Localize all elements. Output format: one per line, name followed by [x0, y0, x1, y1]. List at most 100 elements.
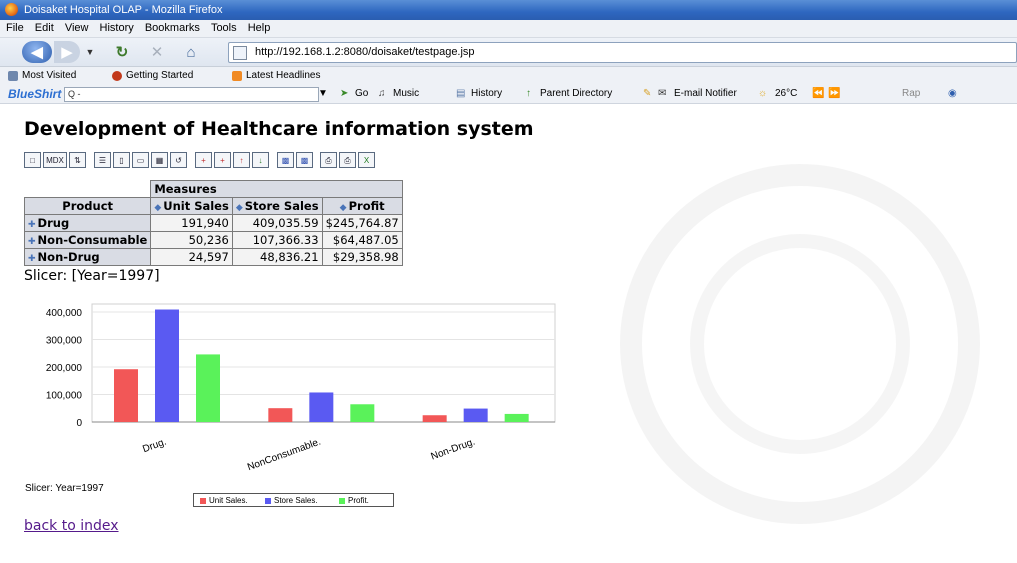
most-visited-icon — [8, 71, 18, 81]
cube-navigator-icon[interactable]: □ — [24, 152, 41, 168]
blueshirt-logo[interactable]: BlueShirt — [8, 85, 61, 103]
navigation-toolbar: ◀ ▶ ▼ ↻ ✕ ⌂ http://192.168.1.2:8080/dois… — [0, 38, 1017, 67]
table-cell: $29,358.98 — [321, 248, 403, 266]
forward-button[interactable]: ▶ — [54, 41, 80, 63]
chart-icon[interactable]: ▩ — [277, 152, 294, 168]
row-header[interactable]: ✚ Drug — [23, 214, 152, 232]
x-tick-label: Non-Drug. — [430, 436, 477, 462]
music-button[interactable]: Music — [393, 85, 419, 103]
legend-swatch — [265, 498, 271, 504]
sort-icon[interactable]: ◆ — [340, 203, 347, 213]
column-header[interactable]: ◆ Profit — [321, 197, 403, 215]
row-header[interactable]: ✚ Non-Consumable — [23, 231, 152, 249]
bar — [268, 408, 293, 422]
page-title: Development of Healthcare information sy… — [24, 118, 534, 140]
drill-position-icon[interactable]: + — [214, 152, 231, 168]
swap-axes-icon[interactable]: ↺ — [170, 152, 187, 168]
menu-view[interactable]: View — [65, 22, 89, 34]
parent-directory-button[interactable]: Parent Directory — [540, 85, 612, 103]
home-icon: ⌂ — [186, 43, 196, 61]
url-text[interactable]: http://192.168.1.2:8080/doisaket/testpag… — [255, 43, 475, 62]
go-button[interactable]: Go — [355, 85, 368, 103]
expand-icon[interactable]: ✚ — [28, 220, 36, 230]
blueshirt-search-input[interactable]: Q - — [64, 87, 319, 102]
watermark-seal-inner — [690, 234, 910, 454]
menu-edit[interactable]: Edit — [35, 22, 54, 34]
bar — [463, 408, 488, 422]
reload-button[interactable]: ↻ — [112, 41, 132, 63]
legend-swatch — [339, 498, 345, 504]
go-arrow-icon: ➤ — [340, 88, 349, 99]
sort-icon[interactable]: ⇅ — [69, 152, 86, 168]
menu-bar: File Edit View History Bookmarks Tools H… — [0, 20, 1017, 38]
page-content: Development of Healthcare information sy… — [0, 104, 1017, 563]
radio-station-label[interactable]: Rap — [902, 85, 920, 103]
bookmark-most-visited[interactable]: Most Visited — [8, 67, 76, 85]
history-dropdown-button[interactable]: ▼ — [84, 41, 96, 63]
media-prev-icon[interactable]: ⏪ — [812, 85, 824, 103]
expand-icon[interactable]: ✚ — [28, 237, 36, 247]
expand-icon[interactable]: ✚ — [28, 254, 36, 264]
media-play-icon[interactable]: ⏩ — [828, 85, 840, 103]
rss-icon — [232, 71, 242, 81]
column-header[interactable]: ◆ Store Sales — [231, 197, 323, 215]
drill-replace-icon[interactable]: ↑ — [233, 152, 250, 168]
pivot-table: Measures Product ◆ Unit Sales ◆ Store Sale… — [23, 180, 403, 266]
temperature-readout[interactable]: 26°C — [775, 85, 797, 103]
chevron-down-icon: ▼ — [85, 47, 95, 57]
bar — [422, 415, 447, 422]
chart-config-icon[interactable]: ▩ — [296, 152, 313, 168]
columns-icon[interactable]: ▯ — [113, 152, 130, 168]
back-arrow-icon: ◀ — [31, 44, 43, 61]
chevron-down-icon[interactable]: ▼ — [318, 85, 328, 103]
email-notifier-button[interactable]: E-mail Notifier — [674, 85, 737, 103]
url-bar[interactable]: http://192.168.1.2:8080/doisaket/testpag… — [228, 42, 1017, 63]
history-button[interactable]: History — [471, 85, 502, 103]
table-cell: 409,035.59 — [231, 214, 323, 232]
menu-file[interactable]: File — [6, 22, 24, 34]
legend-item: Unit Sales. — [200, 494, 248, 508]
bar — [350, 404, 375, 422]
hierarchy-icon[interactable]: ☰ — [94, 152, 111, 168]
table-row: ✚ Non-Drug 24,597 48,836.21 $29,358.98 — [23, 248, 403, 266]
bookmark-getting-started[interactable]: Getting Started — [112, 67, 193, 85]
x-tick-label: Drug. — [141, 436, 168, 455]
drill-through-icon[interactable]: ↓ — [252, 152, 269, 168]
y-tick-label: 400,000 — [46, 308, 83, 319]
bookmark-latest-headlines[interactable]: Latest Headlines — [232, 67, 321, 85]
slicer-label: Slicer: [Year=1997] — [24, 268, 160, 284]
menu-history[interactable]: History — [100, 22, 134, 34]
bar — [309, 392, 334, 422]
mdx-button[interactable]: MDX — [43, 152, 67, 168]
forward-arrow-icon: ▶ — [61, 44, 73, 61]
excel-export-icon[interactable]: X — [358, 152, 375, 168]
x-tick-label: NonConsumable. — [246, 436, 322, 473]
drill-member-icon[interactable]: + — [195, 152, 212, 168]
row-header[interactable]: ✚ Non-Drug — [23, 248, 152, 266]
menu-tools[interactable]: Tools — [211, 22, 237, 34]
y-tick-label: 200,000 — [46, 363, 83, 374]
up-arrow-icon: ↑ — [526, 88, 531, 99]
reload-icon: ↻ — [115, 44, 129, 61]
stop-button[interactable]: ✕ — [147, 41, 167, 63]
mail-icon: ✉ — [658, 88, 667, 99]
firefox-icon — [5, 3, 18, 16]
grid-icon[interactable]: ▦ — [151, 152, 168, 168]
print-settings-icon[interactable]: ⎙ — [320, 152, 337, 168]
back-button[interactable]: ◀ — [22, 41, 52, 63]
sort-icon[interactable]: ◆ — [236, 203, 243, 213]
column-header[interactable]: ◆ Unit Sales — [150, 197, 233, 215]
menu-help[interactable]: Help — [248, 22, 271, 34]
chart-legend: Unit Sales. Store Sales. Profit. — [193, 493, 394, 507]
home-button[interactable]: ⌂ — [181, 41, 201, 63]
menu-bookmarks[interactable]: Bookmarks — [145, 22, 200, 34]
hide-empty-icon[interactable]: ▭ — [132, 152, 149, 168]
table-cell: 24,597 — [150, 248, 233, 266]
sort-icon[interactable]: ◆ — [154, 203, 161, 213]
volume-icon[interactable]: ◉ — [948, 85, 957, 103]
back-to-index-link[interactable]: back to index — [24, 518, 119, 534]
legend-item: Profit. — [339, 494, 369, 508]
print-icon[interactable]: ⎙ — [339, 152, 356, 168]
bookmarks-toolbar: Most Visited Getting Started Latest Head… — [0, 67, 1017, 85]
firefox-icon — [112, 71, 122, 81]
